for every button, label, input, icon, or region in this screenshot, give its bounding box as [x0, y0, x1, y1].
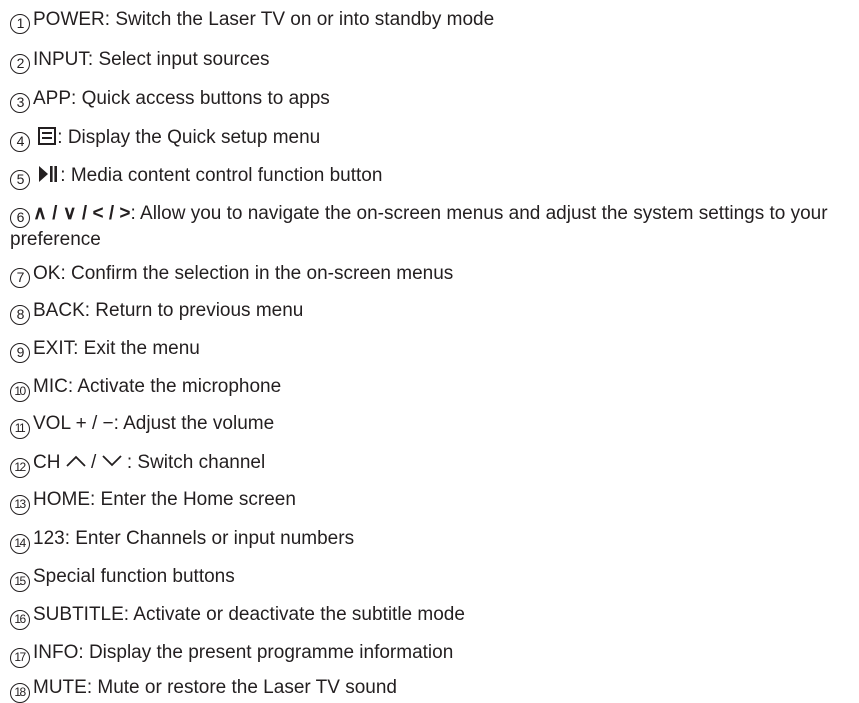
- item-text: VOL + / −: Adjust the volume: [33, 413, 275, 434]
- item-number: 1: [10, 14, 30, 34]
- item-number: 7: [10, 268, 30, 288]
- list-item: 14 123: Enter Channels or input numbers: [10, 527, 856, 554]
- item-text: : Allow you to navigate the on-screen me…: [10, 203, 828, 250]
- item-number: 3: [10, 93, 30, 113]
- item-text: HOME: Enter the Home screen: [33, 489, 296, 510]
- item-number: 2: [10, 54, 30, 74]
- item-text: APP: Quick access buttons to apps: [33, 88, 330, 109]
- list-item: 17 INFO: Display the present programme in…: [10, 641, 856, 668]
- item-number: 14: [10, 534, 30, 554]
- list-item: 3 APP: Quick access buttons to apps: [10, 87, 856, 113]
- item-number: 16: [10, 610, 30, 630]
- item-text: Special function buttons: [33, 566, 235, 587]
- quick-setup-menu-icon: [38, 127, 57, 145]
- list-item: 13 HOME: Enter the Home screen: [10, 488, 856, 515]
- item-number: 11: [10, 419, 30, 439]
- list-item: 15 Special function buttons: [10, 565, 856, 592]
- item-text: POWER: Switch the Laser TV on or into st…: [33, 9, 495, 30]
- item-number: 6: [10, 208, 30, 228]
- item-text: SUBTITLE: Activate or deactivate the sub…: [33, 604, 465, 625]
- remote-button-legend: 1 POWER: Switch the Laser TV on or into s…: [0, 0, 859, 703]
- item-text: MIC: Activate the microphone: [33, 376, 282, 397]
- list-item: 4 : Display the Quick setup menu: [10, 126, 856, 152]
- list-item: 18 MUTE: Mute or restore the Laser TV sou…: [10, 676, 856, 703]
- item-prefix: CH: [33, 452, 61, 473]
- list-item: 2 INPUT: Select input sources: [10, 48, 856, 74]
- list-item: 16 SUBTITLE: Activate or deactivate the s…: [10, 603, 856, 630]
- chevron-down-icon: [101, 455, 122, 467]
- item-number: 9: [10, 343, 30, 363]
- item-text: INPUT: Select input sources: [33, 49, 270, 70]
- item-text: INFO: Display the present programme info…: [33, 642, 454, 663]
- item-number: 17: [10, 648, 30, 668]
- item-text: : Switch channel: [121, 452, 266, 473]
- navigation-arrows-symbols: ∧ / ∨ / < / >: [33, 203, 131, 224]
- list-item: 9 EXIT: Exit the menu: [10, 337, 856, 363]
- list-item: 7 OK: Confirm the selection in the on-scr…: [10, 262, 856, 288]
- list-item: 12 CH / : Switch channel: [10, 451, 856, 478]
- item-text: 123: Enter Channels or input numbers: [33, 528, 355, 549]
- item-number: 18: [10, 683, 30, 703]
- item-number: 4: [10, 132, 30, 152]
- item-number: 12: [10, 458, 30, 478]
- item-text: BACK: Return to previous menu: [33, 300, 304, 321]
- item-number: 8: [10, 305, 30, 325]
- chevron-up-icon: [66, 455, 86, 467]
- list-item: 10 MIC: Activate the microphone: [10, 375, 856, 402]
- item-number: 13: [10, 495, 30, 515]
- item-number: 5: [10, 170, 30, 190]
- item-text: OK: Confirm the selection in the on-scre…: [33, 263, 454, 284]
- item-number: 10: [10, 382, 30, 402]
- item-text: EXIT: Exit the menu: [33, 338, 200, 359]
- list-item: 6 ∧ / ∨ / < / >: Allow you to navigate th…: [10, 202, 856, 252]
- list-item: 11 VOL + / −: Adjust the volume: [10, 412, 856, 439]
- item-text: : Display the Quick setup menu: [57, 127, 321, 148]
- list-item: 8 BACK: Return to previous menu: [10, 299, 856, 325]
- item-number: 15: [10, 572, 30, 592]
- list-item: 1 POWER: Switch the Laser TV on or into s…: [10, 8, 856, 34]
- play-pause-icon: [39, 166, 58, 182]
- item-text: MUTE: Mute or restore the Laser TV sound: [33, 677, 397, 698]
- item-text: : Media content control function button: [60, 165, 383, 186]
- list-item: 5 : Media content control function butto…: [10, 164, 856, 190]
